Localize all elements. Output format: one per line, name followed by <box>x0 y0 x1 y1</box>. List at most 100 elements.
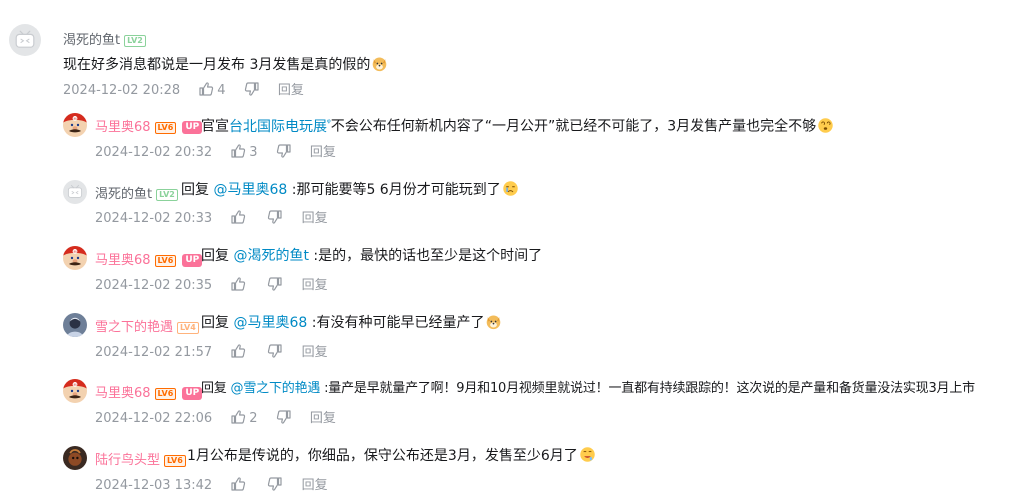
reply-username[interactable]: 马里奥68 LV6 UP <box>95 249 203 268</box>
mention-link[interactable]: @马里奥68 <box>233 315 307 331</box>
avatar[interactable] <box>63 113 87 137</box>
dislike-button[interactable] <box>244 81 260 100</box>
reply-meta: 2024-12-03 13:42 回复 <box>95 476 328 494</box>
reply-button[interactable]: 回复 <box>278 82 304 100</box>
reply-body-prefix: 官宣 <box>201 118 229 135</box>
reply-text: 1月公布是传说的，你细品，保守公布还是3月，发售至少6月了 <box>187 446 596 466</box>
dizzy-emoji-icon <box>817 117 834 134</box>
timestamp: 2024-12-02 20:35 <box>95 278 213 293</box>
comment-meta: 2024-12-02 20:28 4 回复 <box>63 81 304 99</box>
like-button[interactable]: 4 <box>198 81 226 100</box>
avatar[interactable] <box>9 24 41 56</box>
drool-emoji-icon <box>579 446 596 463</box>
reply-prefix: 回复 <box>181 182 209 198</box>
avatar[interactable] <box>63 246 87 270</box>
reply-username[interactable]: 马里奥68 LV6 UP <box>95 382 203 401</box>
like-button[interactable]: 2 <box>230 409 258 428</box>
reply-button[interactable]: 回复 <box>302 344 328 362</box>
thumbs-down-icon <box>267 209 283 225</box>
username-text[interactable]: 渴死的鱼t <box>95 187 152 202</box>
reply-button[interactable]: 回复 <box>310 410 336 428</box>
level-badge: LV4 <box>177 321 199 334</box>
avatar[interactable] <box>63 379 87 403</box>
reply-username[interactable]: 陆行鸟头型 LV6 <box>95 449 186 468</box>
up-badge: UP <box>182 387 203 400</box>
cry-emoji-icon <box>502 180 519 197</box>
like-button[interactable] <box>230 343 249 362</box>
reply-username[interactable]: 雪之下的艳遇 LV4 <box>95 316 199 335</box>
reply-meta: 2024-12-02 20:33 回复 <box>95 209 328 227</box>
timestamp: 2024-12-02 22:06 <box>95 411 213 426</box>
timestamp: 2024-12-02 20:28 <box>63 83 181 98</box>
timestamp: 2024-12-02 20:32 <box>95 145 213 160</box>
reply-text: 官宣台北国际电玩展ᵠ不会公布任何新机内容了“一月公开”就已经不可能了，3月发售产… <box>201 113 834 137</box>
dislike-button[interactable] <box>267 476 283 495</box>
username-text[interactable]: 马里奥68 <box>95 120 151 135</box>
reply-button[interactable]: 回复 <box>310 144 336 162</box>
timestamp: 2024-12-02 20:33 <box>95 211 213 226</box>
thumbs-down-icon <box>267 343 283 359</box>
avatar[interactable] <box>63 180 87 204</box>
reply-button[interactable]: 回复 <box>302 277 328 295</box>
timestamp: 2024-12-02 21:57 <box>95 345 213 360</box>
reply-body: :有没有种可能早已经量产了 <box>311 315 485 331</box>
reply-button[interactable]: 回复 <box>302 477 328 495</box>
username-text[interactable]: 渴死的鱼t <box>63 33 120 48</box>
level-badge: LV6 <box>154 387 177 400</box>
thumbs-down-icon <box>276 143 292 159</box>
up-badge: UP <box>182 254 203 267</box>
level-badge: LV2 <box>156 188 178 201</box>
comment-text: 现在好多消息都说是一月发布 3月发售是真的假的 <box>63 55 388 75</box>
reply-body: :是的，最快的话也至少是这个时间了 <box>313 248 543 264</box>
doge-emoji-icon <box>485 313 502 330</box>
username-text[interactable]: 马里奥68 <box>95 386 151 401</box>
level-badge: LV2 <box>124 34 146 47</box>
thumbs-up-icon <box>198 81 214 97</box>
reply-body: 1月公布是传说的，你细品，保守公布还是3月，发售至少6月了 <box>187 448 578 464</box>
dislike-button[interactable] <box>267 276 283 295</box>
level-badge: LV6 <box>164 454 186 467</box>
thumbs-down-icon <box>267 476 283 492</box>
avatar[interactable] <box>63 313 87 337</box>
reply-body: 不会公布任何新机内容了“一月公开”就已经不可能了，3月发售产量也完全不够 <box>330 118 817 135</box>
mention-link[interactable]: @马里奥68 <box>213 182 287 198</box>
thumbs-up-icon <box>230 276 246 292</box>
thumbs-up-icon <box>230 209 246 225</box>
mention-link[interactable]: @雪之下的艳遇 <box>231 381 321 396</box>
reply-prefix: 回复 <box>201 248 229 264</box>
thumbs-down-icon <box>244 81 260 97</box>
comment-username[interactable]: 渴死的鱼t LV2 <box>63 29 146 48</box>
like-button[interactable] <box>230 209 249 228</box>
username-text[interactable]: 雪之下的艳遇 <box>95 320 173 335</box>
mention-link[interactable]: @渴死的鱼t <box>233 248 309 264</box>
reply-body: :量产是早就量产了啊！9月和10月视频里就说过！一直都有持续跟踪的！这次说的是产… <box>324 381 975 396</box>
like-count: 4 <box>217 83 226 98</box>
username-text[interactable]: 陆行鸟头型 <box>95 453 160 468</box>
reply-text: 回复 @雪之下的艳遇 :量产是早就量产了啊！9月和10月视频里就说过！一直都有持… <box>201 379 975 399</box>
reply-prefix: 回复 <box>201 381 227 396</box>
reply-prefix: 回复 <box>201 315 229 331</box>
reply-username[interactable]: 渴死的鱼t LV2 <box>95 183 178 202</box>
reply-text: 回复 @马里奥68 :那可能要等5 6月份才可能玩到了 <box>181 180 519 200</box>
like-button[interactable] <box>230 476 249 495</box>
doge-emoji-icon <box>371 55 388 72</box>
reply-meta: 2024-12-02 20:32 3 回复 <box>95 143 336 161</box>
reply-meta: 2024-12-02 21:57 回复 <box>95 343 328 361</box>
dislike-button[interactable] <box>276 143 292 162</box>
thumbs-up-icon <box>230 476 246 492</box>
like-button[interactable]: 3 <box>230 143 258 162</box>
thumbs-up-icon <box>230 143 246 159</box>
keyword-link[interactable]: 台北国际电玩展ᵠ <box>229 118 331 135</box>
reply-button[interactable]: 回复 <box>302 210 328 228</box>
dislike-button[interactable] <box>267 209 283 228</box>
keyword-text[interactable]: 台北国际电玩展 <box>229 119 327 135</box>
avatar[interactable] <box>63 446 87 470</box>
like-count: 3 <box>249 145 258 160</box>
comment-body: 现在好多消息都说是一月发布 3月发售是真的假的 <box>63 57 371 73</box>
reply-username[interactable]: 马里奥68 LV6 UP <box>95 116 203 135</box>
dislike-button[interactable] <box>267 343 283 362</box>
timestamp: 2024-12-03 13:42 <box>95 478 213 493</box>
username-text[interactable]: 马里奥68 <box>95 253 151 268</box>
like-button[interactable] <box>230 276 249 295</box>
dislike-button[interactable] <box>276 409 292 428</box>
